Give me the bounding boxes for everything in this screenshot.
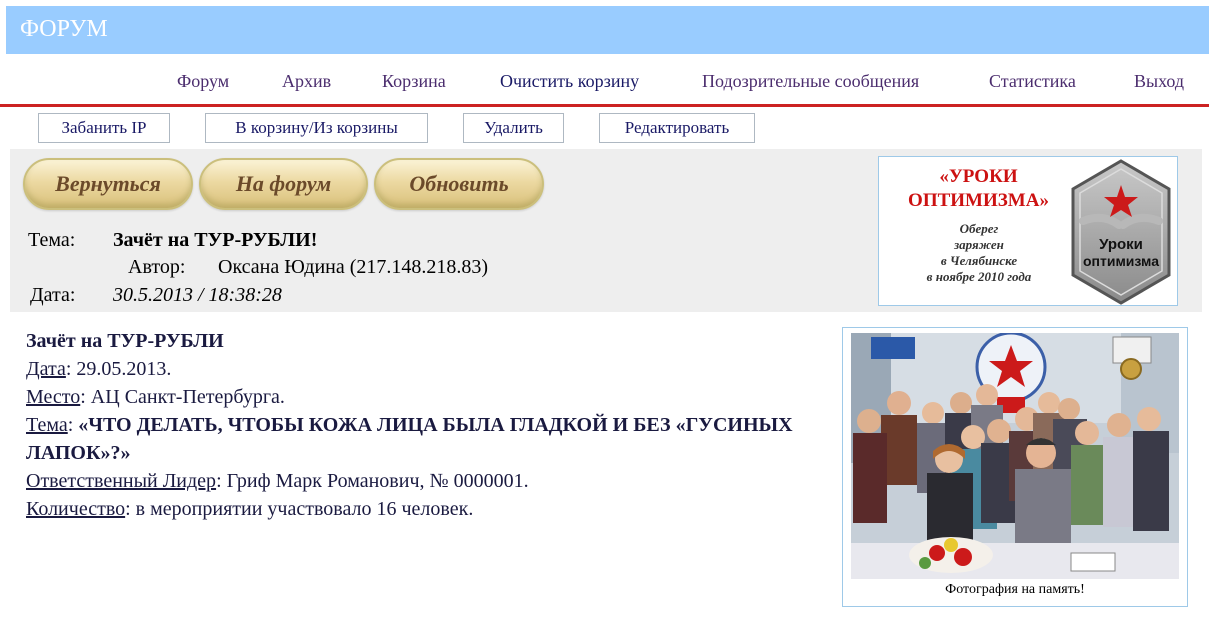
nav-trash-link[interactable]: Корзина [382,71,446,92]
post-topic-line: Тема: «ЧТО ДЕЛАТЬ, ЧТОБЫ КОЖА ЛИЦА БЫЛА … [26,414,793,464]
post-count-label: Количество [26,498,126,520]
ban-ip-button[interactable]: Забанить IP [38,113,170,143]
to-forum-button[interactable]: На форум [199,158,368,210]
photo-frame: Фотография на память! [842,327,1188,607]
photo-caption: Фотография на память! [945,582,1085,597]
post-leader-value: : Гриф Марк Романович, № 0000001. [216,470,529,492]
nav-stats-link[interactable]: Статистика [989,71,1076,92]
post-body: Зачёт на ТУР-РУБЛИ Дата: 29.05.2013. Мес… [26,327,826,523]
post-leader-line: Ответственный Лидер: Гриф Марк Романович… [26,467,826,495]
nav-suspicious-link[interactable]: Подозрительные сообщения [702,71,919,92]
forum-title: ФОРУМ [20,16,108,42]
moderation-toolbar: Забанить IP В корзину/Из корзины Удалить… [0,113,1209,145]
post-place-line: Место: АЦ Санкт-Петербурга. [26,383,826,411]
banner-text: Оберег заряжен в Челябинске в ноябре 201… [926,221,1032,284]
main-nav: Форум Архив Корзина Очистить корзину Под… [0,54,1209,104]
banner-title: «УРОКИ ОПТИМИЗМА» [908,166,1049,211]
post-topic-label: Тема [26,414,68,436]
trash-toggle-button[interactable]: В корзину/Из корзины [205,113,428,143]
nav-divider [0,104,1209,107]
delete-button[interactable]: Удалить [463,113,564,143]
topic-label: Тема: [28,229,76,251]
post-place-value: : АЦ Санкт-Петербурга. [80,386,285,408]
amulet-logo-icon: Уроки оптимизма [1071,159,1171,305]
nav-forum-link[interactable]: Форум [177,71,229,92]
edit-button[interactable]: Редактировать [599,113,755,143]
post-count-line: Количество: в мероприятии участвовало 16… [26,495,826,523]
post-date-label: Дата [26,358,66,380]
post-date-line: Дата: 29.05.2013. [26,355,826,383]
back-button[interactable]: Вернуться [23,158,193,210]
post-topic-value: «ЧТО ДЕЛАТЬ, ЧТОБЫ КОЖА ЛИЦА БЫЛА ГЛАДКО… [26,414,793,464]
optimism-lessons-banner[interactable]: «УРОКИ ОПТИМИЗМА» Оберег заряжен в Челяб… [878,156,1178,306]
nav-clear-trash-link[interactable]: Очистить корзину [500,71,639,92]
svg-text:Уроки: Уроки [1099,236,1143,253]
author-label: Автор: [128,256,186,278]
post-count-value: : в мероприятии участвовало 16 человек. [125,498,474,520]
nav-logout-link[interactable]: Выход [1134,71,1184,92]
post-title: Зачёт на ТУР-РУБЛИ [26,330,224,352]
nav-archive-link[interactable]: Архив [282,71,331,92]
svg-text:оптимизма: оптимизма [1083,253,1159,269]
refresh-button[interactable]: Обновить [374,158,544,210]
post-place-label: Место [26,386,81,408]
topic-value: Зачёт на ТУР-РУБЛИ! [113,229,318,251]
author-value: Оксана Юдина (217.148.218.83) [218,256,489,278]
group-photo-image[interactable] [851,333,1179,579]
forum-header: ФОРУМ [6,6,1209,54]
date-label: Дата: [30,284,76,306]
post-leader-label: Ответственный Лидер [26,470,217,492]
date-value: 30.5.2013 / 18:38:28 [113,284,282,306]
post-date-value: : 29.05.2013. [65,358,172,380]
